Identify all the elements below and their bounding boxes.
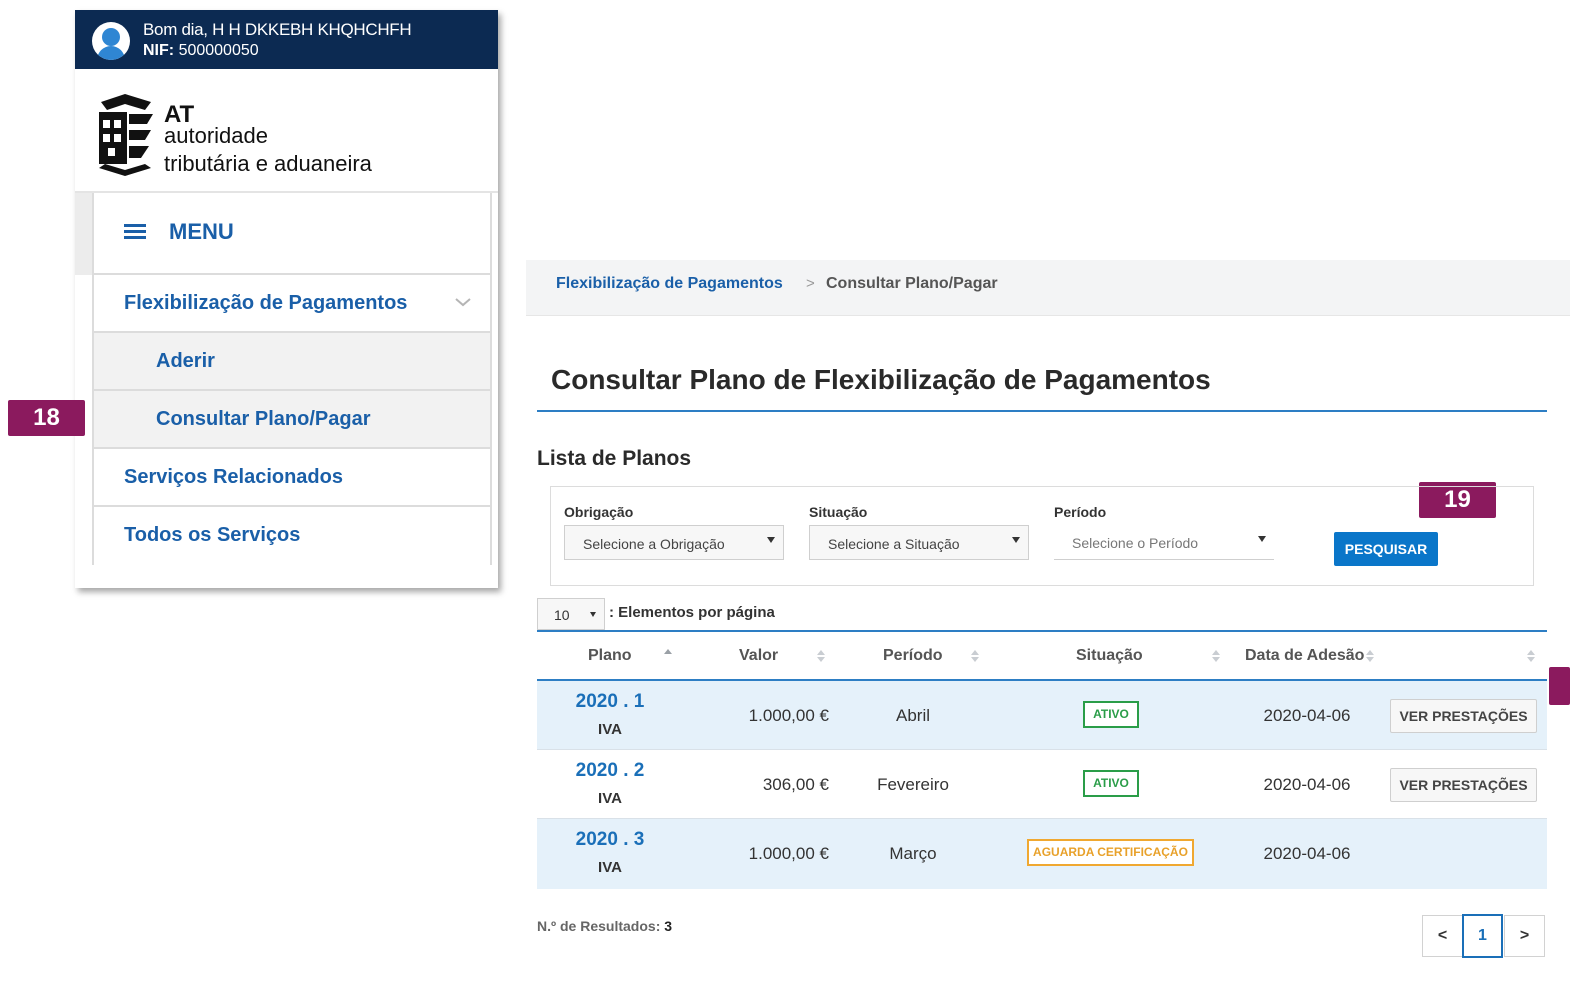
- plano-imposto: IVA: [598, 721, 622, 738]
- step-tag-18: 18: [8, 400, 85, 436]
- table-row: 2020 . 3 IVA 1.000,00 € Março AGUARDA CE…: [537, 819, 1547, 889]
- breadcrumb-separator: >: [806, 275, 815, 292]
- plano-link[interactable]: 2020 . 1: [537, 691, 683, 713]
- column-header-situacao[interactable]: Situação: [1076, 647, 1143, 665]
- title-divider: [537, 410, 1547, 412]
- plano-imposto: IVA: [598, 790, 622, 807]
- ver-prestacoes-button[interactable]: VER PRESTAÇÕES: [1390, 699, 1537, 733]
- column-header-valor[interactable]: Valor: [739, 647, 778, 665]
- logo[interactable]: AT autoridade tributária e aduaneira: [75, 69, 498, 193]
- breadcrumb-link-flexibilizacao[interactable]: Flexibilização de Pagamentos: [556, 275, 783, 293]
- nif-label: NIF:: [143, 42, 175, 59]
- sort-asc-icon[interactable]: [664, 649, 672, 661]
- periodo-cell: Abril: [895, 706, 930, 725]
- pagination: < 1 >: [1422, 914, 1546, 958]
- page-1-button[interactable]: 1: [1462, 914, 1503, 958]
- sort-icon[interactable]: [817, 650, 825, 662]
- filter-panel: Obrigação Selecione a Obrigação Situação…: [550, 486, 1534, 586]
- search-button[interactable]: PESQUISAR: [1334, 532, 1438, 566]
- periodo-select-value: Selecione o Período: [1072, 535, 1199, 551]
- plano-imposto: IVA: [598, 859, 622, 876]
- side-panel: Bom dia, H H DKKEBH KHQHCHFH NIF: 500000…: [75, 10, 498, 588]
- dropdown-arrow-icon: [767, 537, 775, 543]
- status-badge: AGUARDA CERTIFICAÇÃO: [1027, 839, 1194, 866]
- logo-line-1: autoridade: [164, 123, 268, 148]
- results-label: N.º de Resultados:: [537, 918, 661, 934]
- list-title: Lista de Planos: [537, 447, 692, 470]
- dropdown-arrow-icon: [1258, 536, 1266, 542]
- breadcrumb: Flexibilização de Pagamentos > Consultar…: [526, 260, 1570, 316]
- step-tag-partial: [1549, 667, 1570, 705]
- menu-header[interactable]: MENU: [94, 193, 490, 275]
- ver-prestacoes-button[interactable]: VER PRESTAÇÕES: [1390, 768, 1537, 802]
- page-title: Consultar Plano de Flexibilização de Pag…: [551, 364, 1211, 395]
- dropdown-arrow-icon: [590, 612, 596, 617]
- menu-item-label: Consultar Plano/Pagar: [156, 408, 371, 430]
- periodo-cell: Março: [889, 844, 937, 863]
- menu-hamburger-icon[interactable]: [124, 224, 146, 240]
- menu-item-label: Flexibilização de Pagamentos: [124, 292, 408, 314]
- results-count: N.º de Resultados: 3: [537, 918, 672, 934]
- menu-item-label: Serviços Relacionados: [124, 466, 343, 488]
- sort-icon[interactable]: [1212, 650, 1220, 662]
- situacao-select[interactable]: Selecione a Situação: [809, 525, 1029, 560]
- logo-line-2: tributária e aduaneira: [164, 151, 372, 176]
- user-greeting: Bom dia, H H DKKEBH KHQHCHFH: [143, 20, 412, 39]
- obrigacao-select-value: Selecione a Obrigação: [583, 536, 725, 552]
- status-badge: ATIVO: [1083, 701, 1139, 728]
- data-adesao-cell: 2020-04-06: [1263, 775, 1351, 794]
- nif-value: 500000050: [178, 42, 259, 59]
- dropdown-arrow-icon: [1012, 537, 1020, 543]
- column-header-periodo[interactable]: Período: [883, 647, 943, 665]
- prev-page-button[interactable]: <: [1422, 915, 1463, 957]
- results-value: 3: [664, 918, 673, 934]
- user-avatar-icon[interactable]: [92, 22, 130, 60]
- sort-icon[interactable]: [971, 650, 979, 662]
- user-bar: Bom dia, H H DKKEBH KHQHCHFH NIF: 500000…: [75, 10, 498, 69]
- status-badge: ATIVO: [1083, 770, 1139, 797]
- menu-item-flexibilizacao[interactable]: Flexibilização de Pagamentos: [94, 275, 490, 333]
- valor-cell: 1.000,00 €: [748, 844, 829, 863]
- at-logo-icon: [99, 94, 153, 176]
- user-nif: NIF: 500000050: [143, 42, 259, 60]
- next-page-button[interactable]: >: [1504, 915, 1545, 957]
- side-menu: MENU Flexibilização de Pagamentos Aderir…: [92, 193, 492, 565]
- situacao-label: Situação: [809, 504, 868, 520]
- menu-title: MENU: [169, 219, 234, 244]
- situacao-select-value: Selecione a Situação: [828, 536, 960, 552]
- column-header-plano[interactable]: Plano: [588, 647, 632, 665]
- menu-side-strip: [75, 193, 92, 275]
- menu-item-servicos-relacionados[interactable]: Serviços Relacionados: [94, 449, 490, 507]
- menu-item-label: Aderir: [156, 350, 215, 372]
- menu-item-label: Todos os Serviços: [124, 524, 301, 546]
- menu-item-aderir[interactable]: Aderir: [94, 333, 490, 391]
- table-header: Plano Valor Período Situação Data de Ade…: [537, 632, 1547, 681]
- valor-cell: 306,00 €: [762, 775, 829, 794]
- data-adesao-cell: 2020-04-06: [1263, 844, 1351, 863]
- table-row: 2020 . 2 IVA 306,00 € Fevereiro ATIVO 20…: [537, 750, 1547, 819]
- periodo-select[interactable]: Selecione o Período: [1054, 525, 1274, 560]
- plano-link[interactable]: 2020 . 3: [537, 829, 683, 851]
- menu-item-consultar-plano[interactable]: Consultar Plano/Pagar: [94, 391, 490, 449]
- plano-link[interactable]: 2020 . 2: [537, 760, 683, 782]
- data-adesao-cell: 2020-04-06: [1263, 706, 1351, 725]
- menu-item-todos-servicos[interactable]: Todos os Serviços: [94, 507, 490, 565]
- breadcrumb-current: Consultar Plano/Pagar: [826, 275, 998, 292]
- periodo-label: Período: [1054, 504, 1107, 520]
- per-page-value: 10: [554, 607, 570, 623]
- chevron-down-icon[interactable]: [454, 295, 472, 309]
- obrigacao-label: Obrigação: [564, 504, 634, 520]
- periodo-cell: Fevereiro: [877, 775, 949, 794]
- plans-table: Plano Valor Período Situação Data de Ade…: [537, 630, 1547, 889]
- table-row: 2020 . 1 IVA 1.000,00 € Abril ATIVO 2020…: [537, 681, 1547, 750]
- sort-icon[interactable]: [1527, 650, 1535, 662]
- column-header-data-adesao[interactable]: Data de Adesão: [1245, 647, 1364, 665]
- per-page-select[interactable]: 10: [537, 598, 605, 630]
- obrigacao-select[interactable]: Selecione a Obrigação: [564, 525, 784, 560]
- valor-cell: 1.000,00 €: [748, 706, 829, 725]
- sort-icon[interactable]: [1366, 650, 1374, 662]
- per-page-label: : Elementos por página: [609, 604, 775, 621]
